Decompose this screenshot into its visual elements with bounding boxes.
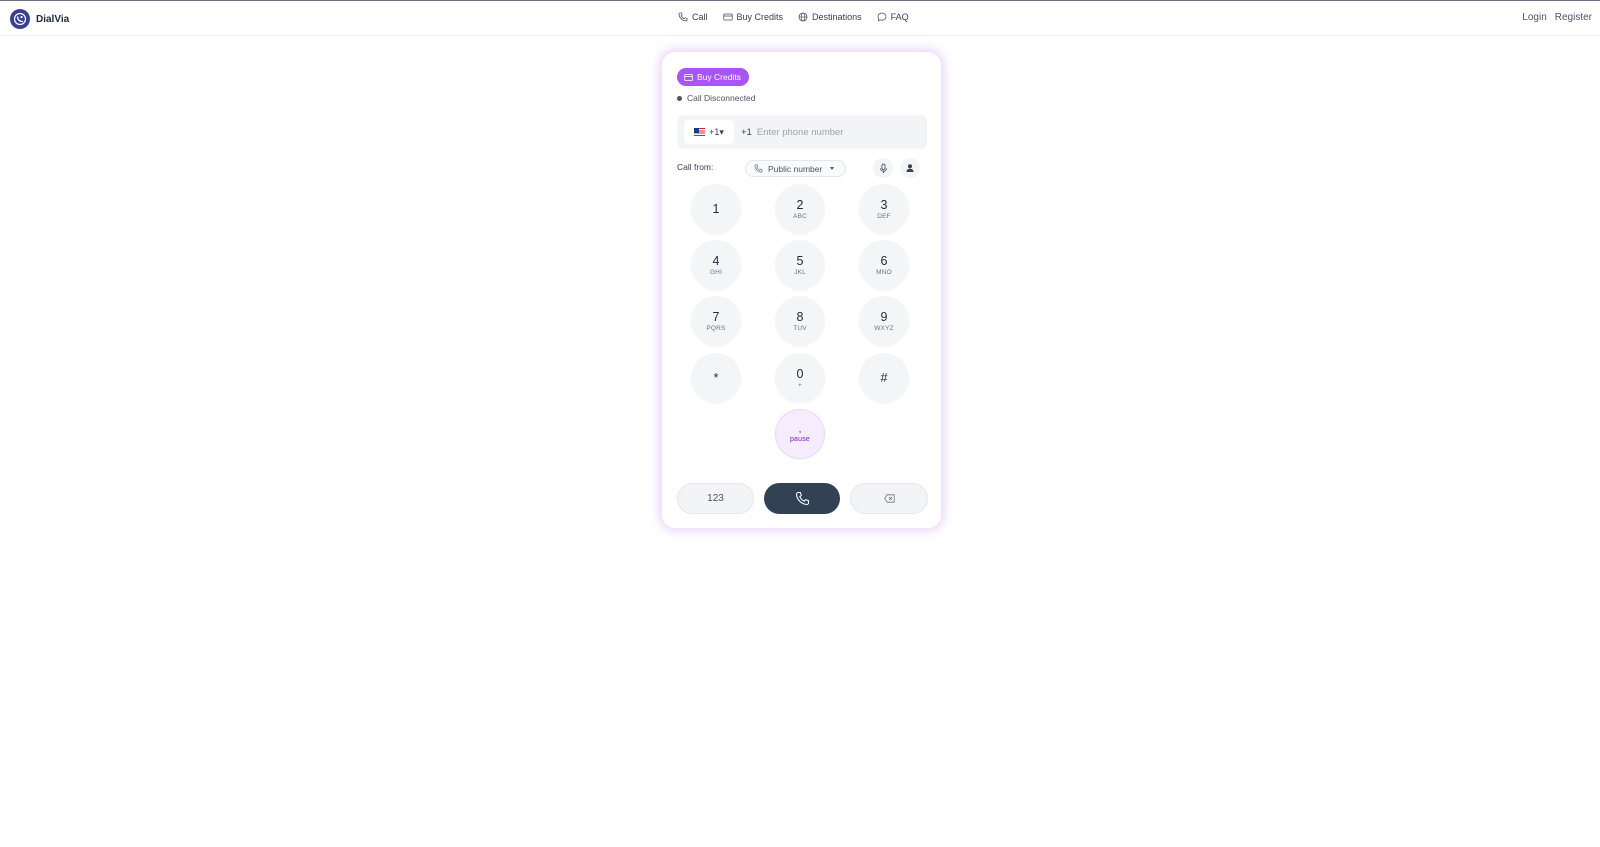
call-status: Call Disconnected	[677, 93, 756, 103]
phone-icon	[678, 12, 688, 22]
call-status-text: Call Disconnected	[687, 93, 756, 103]
credit-card-icon	[722, 13, 733, 21]
key-digit: ,	[798, 423, 802, 435]
key-6[interactable]: 6 MNO	[859, 240, 909, 290]
contacts-button[interactable]	[900, 158, 920, 178]
key-letters: PQRS	[706, 324, 726, 332]
buy-credits-button[interactable]: Buy Credits	[677, 68, 749, 86]
brand-name: DialVia	[36, 13, 70, 25]
key-pause[interactable]: , pause	[775, 409, 825, 459]
key-digit: 2	[796, 197, 804, 212]
logo-icon	[10, 9, 30, 29]
key-digit: 9	[880, 309, 888, 324]
key-digit: 6	[880, 253, 888, 268]
user-icon	[906, 164, 914, 172]
key-1[interactable]: 1	[691, 184, 741, 234]
nav-faq-label: FAQ	[890, 12, 909, 22]
key-letters: +	[798, 381, 802, 389]
nav-faq[interactable]: FAQ	[877, 12, 909, 22]
key-5[interactable]: 5 JKL	[775, 240, 825, 290]
globe-icon	[798, 12, 808, 22]
key-letters: TUV	[793, 324, 807, 332]
key-letters: JKL	[794, 268, 806, 276]
credit-card-icon	[684, 73, 693, 81]
key-digit: 4	[712, 253, 720, 268]
register-link[interactable]: Register	[1555, 12, 1592, 23]
key-digit: *	[713, 371, 719, 385]
nav-buy-credits-label: Buy Credits	[736, 12, 784, 22]
nav-destinations[interactable]: Destinations	[798, 12, 862, 22]
dial-prefix: +1	[741, 126, 752, 138]
phone-number-row: +1▾ +1	[677, 115, 927, 149]
keypad-toggle-label: 123	[707, 493, 724, 504]
chat-bubble-icon	[877, 12, 886, 22]
nav-call-label: Call	[692, 12, 708, 22]
country-code-select[interactable]: +1▾	[684, 120, 734, 144]
key-letters: DEF	[877, 212, 891, 220]
auth-links: Login Register	[1522, 12, 1592, 23]
main-nav: Call Buy Credits Destinations FAQ	[678, 12, 909, 22]
key-star[interactable]: *	[691, 353, 741, 403]
key-0[interactable]: 0 +	[775, 353, 825, 403]
key-digit: 3	[880, 197, 888, 212]
backspace-button[interactable]	[850, 483, 928, 514]
key-hash[interactable]: #	[859, 353, 909, 403]
key-8[interactable]: 8 TUV	[775, 296, 825, 346]
key-digit: 1	[712, 202, 720, 216]
us-flag-icon	[694, 128, 706, 136]
phone-icon	[754, 164, 763, 173]
key-letters: ABC	[793, 212, 807, 220]
buy-credits-label: Buy Credits	[697, 72, 741, 82]
chevron-down-icon	[830, 167, 835, 170]
call-from-label: Call from:	[677, 162, 714, 172]
microphone-icon	[879, 163, 887, 173]
call-button[interactable]	[764, 483, 840, 514]
key-letters: WXYZ	[874, 324, 894, 332]
microphone-button[interactable]	[873, 158, 893, 178]
key-digit: 5	[796, 253, 804, 268]
call-from-value: Public number	[768, 163, 823, 174]
country-code-value: +1▾	[709, 126, 724, 137]
nav-destinations-label: Destinations	[812, 12, 862, 22]
key-letters: MNO	[876, 268, 892, 276]
phone-icon	[795, 491, 809, 506]
key-2[interactable]: 2 ABC	[775, 184, 825, 234]
nav-call[interactable]: Call	[678, 12, 708, 22]
login-link[interactable]: Login	[1522, 12, 1546, 23]
backspace-icon	[883, 494, 895, 503]
nav-buy-credits[interactable]: Buy Credits	[722, 12, 784, 22]
dialer-card: Buy Credits Call Disconnected +1▾ +1 Cal…	[661, 51, 942, 529]
key-digit: 0	[796, 366, 804, 381]
brand[interactable]: DialVia	[10, 9, 69, 29]
key-letters: pause	[789, 435, 811, 443]
key-9[interactable]: 9 WXYZ	[859, 296, 909, 346]
top-navbar: DialVia Call Buy Credits Destinations FA…	[0, 1, 1600, 36]
status-dot-icon	[677, 95, 682, 101]
keypad-toggle-button[interactable]: 123	[677, 483, 754, 514]
phone-number-input[interactable]	[756, 126, 907, 138]
key-digit: 7	[712, 309, 720, 324]
key-digit: 8	[796, 309, 804, 324]
key-3[interactable]: 3 DEF	[859, 184, 909, 234]
call-from-select[interactable]: Public number	[745, 160, 846, 177]
key-letters: GHI	[709, 268, 723, 276]
key-7[interactable]: 7 PQRS	[691, 296, 741, 346]
key-digit: #	[880, 371, 888, 385]
key-4[interactable]: 4 GHI	[691, 240, 741, 290]
